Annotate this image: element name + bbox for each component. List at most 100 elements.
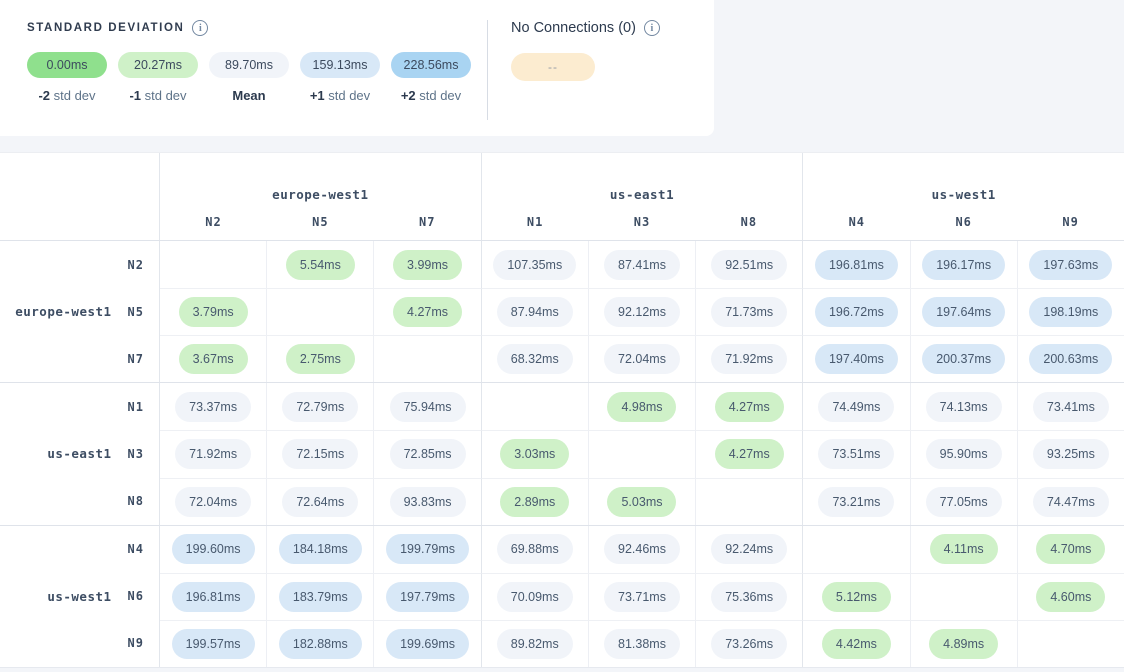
latency-pill[interactable]: 92.12ms — [604, 297, 680, 327]
latency-pill[interactable]: 4.89ms — [929, 629, 998, 659]
latency-pill[interactable]: 4.42ms — [822, 629, 891, 659]
latency-pill[interactable]: 69.88ms — [497, 534, 573, 564]
latency-pill[interactable]: 198.19ms — [1029, 297, 1112, 327]
latency-pill[interactable]: 73.41ms — [1033, 392, 1109, 422]
latency-pill[interactable]: 71.92ms — [711, 344, 787, 374]
legend-label-mean: Mean — [209, 88, 289, 103]
matrix-row-N9: N9 199.57ms 182.88ms 199.69ms 89.82ms 81.38ms… — [0, 620, 1124, 667]
latency-pill[interactable]: 196.81ms — [815, 250, 898, 280]
latency-pill[interactable]: 3.79ms — [179, 297, 248, 327]
latency-pill[interactable]: 5.03ms — [607, 487, 676, 517]
latency-pill[interactable]: 71.92ms — [175, 439, 251, 469]
latency-pill[interactable]: 4.60ms — [1036, 582, 1105, 612]
legend-pill-mean: 89.70ms — [209, 52, 289, 78]
latency-pill[interactable]: 72.04ms — [604, 344, 680, 374]
latency-pill[interactable]: 74.47ms — [1033, 487, 1109, 517]
latency-pill[interactable]: 77.05ms — [926, 487, 1002, 517]
latency-pill[interactable]: 81.38ms — [604, 629, 680, 659]
latency-pill[interactable]: 196.72ms — [815, 297, 898, 327]
latency-pill[interactable]: 75.36ms — [711, 582, 787, 612]
matrix-header: europe-west1N2N5N7us-east1N1N3N8us-west1… — [0, 153, 1124, 241]
latency-pill[interactable]: 199.60ms — [172, 534, 255, 564]
latency-pill[interactable]: 199.79ms — [386, 534, 469, 564]
matrix-cell: 3.03ms — [481, 430, 588, 477]
latency-pill[interactable]: 4.98ms — [607, 392, 676, 422]
matrix-cell: 2.75ms — [266, 335, 373, 382]
latency-pill[interactable]: 2.75ms — [286, 344, 355, 374]
latency-pill[interactable]: 184.18ms — [279, 534, 362, 564]
latency-pill[interactable]: 73.21ms — [818, 487, 894, 517]
latency-pill[interactable]: 87.41ms — [604, 250, 680, 280]
matrix-cell: 81.38ms — [588, 620, 695, 667]
latency-pill[interactable]: 89.82ms — [497, 629, 573, 659]
latency-pill[interactable]: 200.37ms — [922, 344, 1005, 374]
latency-pill[interactable]: 183.79ms — [279, 582, 362, 612]
latency-pill[interactable]: 3.03ms — [500, 439, 569, 469]
latency-pill[interactable]: 71.73ms — [711, 297, 787, 327]
latency-pill[interactable]: 197.63ms — [1029, 250, 1112, 280]
no-connections-title: No Connections (0) — [511, 20, 636, 36]
latency-pill[interactable]: 73.51ms — [818, 439, 894, 469]
latency-pill[interactable]: 70.09ms — [497, 582, 573, 612]
latency-pill[interactable]: 196.17ms — [922, 250, 1005, 280]
matrix-cell: 71.92ms — [695, 335, 802, 382]
row-node-label-N9: N9 — [128, 636, 144, 650]
latency-pill[interactable]: 4.11ms — [930, 534, 998, 564]
latency-pill[interactable]: 75.94ms — [390, 392, 466, 422]
latency-pill[interactable]: 199.57ms — [172, 629, 255, 659]
latency-pill[interactable]: 95.90ms — [926, 439, 1002, 469]
latency-pill[interactable]: 5.54ms — [286, 250, 355, 280]
latency-pill[interactable]: 3.99ms — [393, 250, 462, 280]
matrix-cell: 4.89ms — [910, 620, 1017, 667]
latency-pill[interactable]: 73.37ms — [175, 392, 251, 422]
column-node-label-N2: N2 — [160, 215, 267, 229]
info-icon[interactable]: i — [192, 20, 208, 36]
column-group-us-east1: us-east1N1N3N8 — [481, 153, 803, 240]
latency-pill[interactable]: 73.26ms — [711, 629, 787, 659]
latency-pill[interactable]: 4.27ms — [715, 439, 784, 469]
row-node-label-N5: N5 — [128, 305, 144, 319]
latency-pill[interactable]: 199.69ms — [386, 629, 469, 659]
latency-pill[interactable]: 182.88ms — [279, 629, 362, 659]
latency-pill[interactable]: 3.67ms — [179, 344, 248, 374]
column-group-us-west1: us-west1N4N6N9 — [802, 153, 1124, 240]
latency-pill[interactable]: 107.35ms — [493, 250, 576, 280]
latency-pill[interactable]: 197.64ms — [922, 297, 1005, 327]
matrix-cell: 4.27ms — [695, 430, 802, 477]
latency-pill[interactable]: 87.94ms — [497, 297, 573, 327]
column-node-label-N1: N1 — [482, 215, 589, 229]
matrix-cell: 196.81ms — [802, 241, 909, 288]
latency-pill[interactable]: 4.70ms — [1036, 534, 1105, 564]
latency-pill[interactable]: 72.04ms — [175, 487, 251, 517]
latency-pill[interactable]: 5.12ms — [822, 582, 891, 612]
matrix-cell: 93.83ms — [373, 478, 480, 525]
latency-pill[interactable]: 72.79ms — [282, 392, 358, 422]
latency-pill[interactable]: 73.71ms — [604, 582, 680, 612]
latency-pill[interactable]: 72.15ms — [282, 439, 358, 469]
latency-pill[interactable]: 197.79ms — [386, 582, 469, 612]
latency-pill[interactable]: 92.46ms — [604, 534, 680, 564]
latency-pill[interactable]: 68.32ms — [497, 344, 573, 374]
latency-pill[interactable]: 93.25ms — [1033, 439, 1109, 469]
latency-pill[interactable]: 200.63ms — [1029, 344, 1112, 374]
latency-pill[interactable]: 92.51ms — [711, 250, 787, 280]
legend-card: STANDARD DEVIATION i 0.00ms 20.27ms 89.7… — [0, 0, 714, 136]
latency-pill[interactable]: 72.85ms — [390, 439, 466, 469]
latency-pill[interactable]: 72.64ms — [282, 487, 358, 517]
matrix-cell: 4.27ms — [373, 288, 480, 335]
latency-pill[interactable]: 197.40ms — [815, 344, 898, 374]
latency-pill[interactable]: 4.27ms — [715, 392, 784, 422]
latency-pill[interactable]: 93.83ms — [390, 487, 466, 517]
latency-pill[interactable]: 2.89ms — [500, 487, 569, 517]
std-dev-title: STANDARD DEVIATION — [27, 22, 184, 34]
info-icon[interactable]: i — [644, 20, 660, 36]
std-dev-labels: -2 std dev -1 std dev Mean +1 std dev +2… — [27, 88, 487, 103]
latency-pill[interactable]: 74.13ms — [926, 392, 1002, 422]
latency-pill[interactable]: 4.27ms — [393, 297, 462, 327]
latency-pill[interactable]: 92.24ms — [711, 534, 787, 564]
latency-pill[interactable]: 196.81ms — [172, 582, 255, 612]
matrix-cell: 197.40ms — [802, 335, 909, 382]
latency-pill[interactable]: 74.49ms — [818, 392, 894, 422]
matrix-row-N5: europe-west1N53.79ms4.27ms87.94ms92.12ms… — [0, 288, 1124, 335]
row-label-cell: us-east1N3 — [0, 430, 160, 477]
